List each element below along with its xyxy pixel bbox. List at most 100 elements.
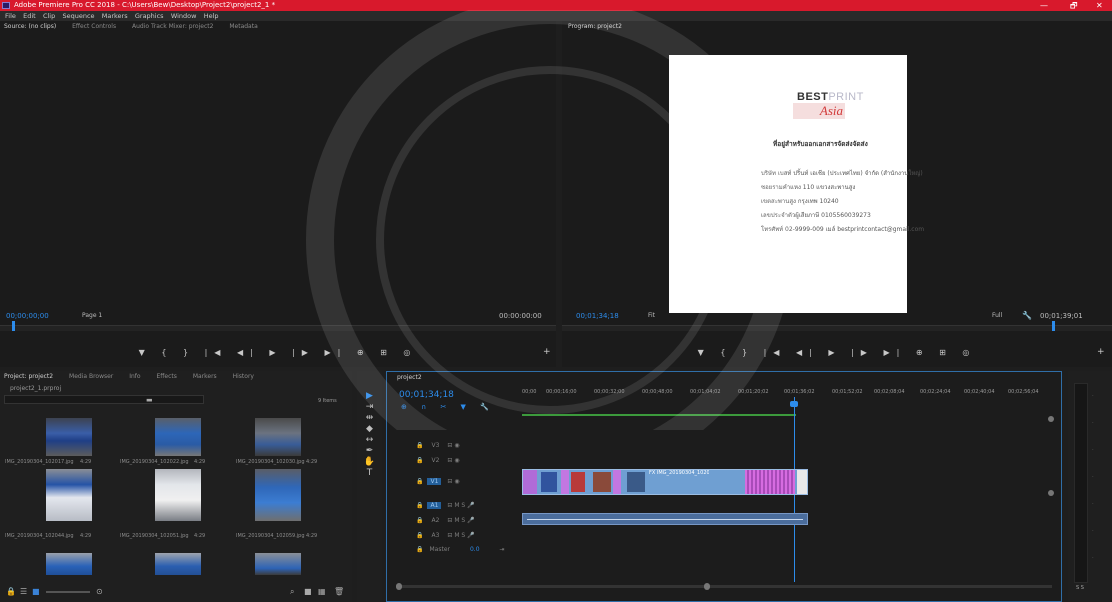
tab-effects[interactable]: Effects [156, 373, 176, 380]
menu-window[interactable]: Window [171, 11, 197, 21]
audio-clip[interactable] [522, 513, 808, 525]
meter-solo-buttons[interactable]: S S [1076, 585, 1084, 591]
source-timecode-bar: 00;00;00;00 Page 1 00:00:00:00 [0, 309, 556, 323]
thumbnail-size-slider[interactable] [46, 591, 90, 593]
video-clip[interactable] [797, 470, 807, 494]
icon-view-icon[interactable]: ■ [32, 587, 40, 596]
tab-history[interactable]: History [233, 373, 254, 380]
menu-sequence[interactable]: Sequence [62, 11, 94, 21]
type-tool-icon[interactable]: T [357, 468, 382, 479]
tab-program[interactable]: Program: project2 [568, 23, 622, 30]
list-view-icon[interactable]: ☰ [20, 587, 27, 596]
video-clip-track[interactable]: FX IMG_20190304_102017.jpg [522, 469, 808, 495]
track-header-v3[interactable]: 🔒 V3 ⊟ ◉ [410, 440, 520, 451]
document-line: โทรศัพท์ 02-9999-009 เมล์ bestprintconta… [761, 226, 925, 233]
timeline-ruler[interactable]: 00;00 00;00;16;00 00;00;32;00 00;00;48;0… [522, 389, 1062, 401]
lock-icon[interactable]: 🔒 [6, 587, 16, 596]
track-header-v2[interactable]: 🔒 V2 ⊟ ◉ [410, 455, 520, 466]
tab-project[interactable]: Project: project2 [4, 373, 53, 380]
program-time-ruler[interactable] [562, 321, 1112, 331]
video-clip[interactable] [613, 470, 621, 494]
project-item-thumbnail[interactable] [155, 553, 201, 575]
video-clip[interactable] [523, 470, 537, 494]
video-clip[interactable] [593, 472, 611, 492]
menu-help[interactable]: Help [204, 11, 219, 21]
timeline-playhead[interactable] [790, 401, 798, 407]
trash-icon[interactable]: 🗑 [334, 587, 344, 596]
project-item-thumbnail[interactable] [155, 469, 201, 521]
razor-tool-icon[interactable]: ◆ [357, 424, 382, 435]
track-header-v1[interactable]: 🔒 V1 ⊟ ◉ [410, 470, 520, 494]
master-volume[interactable]: 0.0 [470, 546, 480, 553]
tab-metadata[interactable]: Metadata [229, 23, 257, 30]
source-page-select[interactable]: Page 1 [82, 309, 102, 323]
minimize-button[interactable]: — [1040, 0, 1048, 11]
video-clip[interactable] [571, 472, 585, 492]
project-search-input[interactable] [4, 395, 204, 404]
project-item-thumbnail[interactable] [255, 418, 301, 456]
new-bin-icon[interactable]: ▬ [146, 396, 153, 404]
document-line: เขตสะพานสูง กรุงเทพ 10240 [761, 198, 839, 205]
wrench-icon[interactable]: 🔧 [1022, 309, 1032, 323]
ripple-edit-tool-icon[interactable]: ⇹ [357, 413, 382, 424]
video-clip[interactable] [541, 472, 557, 492]
sort-icon[interactable]: ⊙ [96, 587, 103, 596]
project-item-thumbnail[interactable] [46, 553, 92, 575]
scrollbar-handle-right[interactable] [704, 583, 710, 590]
tools-panel: ▶ ⇥ ⇹ ◆ ↔ ✒ ✋ T [357, 371, 382, 602]
maximize-button[interactable]: 🗗 [1070, 0, 1078, 11]
program-timecode[interactable]: 00;01;34;18 [576, 309, 619, 323]
track-header-a1[interactable]: 🔒 A1 ⊟ M S 🎤 [410, 500, 520, 511]
new-bin-button[interactable]: ■ [304, 587, 312, 596]
video-clip[interactable] [745, 470, 795, 494]
tab-audio-track-mixer[interactable]: Audio Track Mixer: project2 [132, 23, 213, 30]
project-item-thumbnail[interactable] [255, 553, 301, 575]
source-add-button[interactable]: + [543, 347, 551, 357]
program-playhead[interactable] [1052, 321, 1055, 331]
track-header-a3[interactable]: 🔒 A3 ⊟ M S 🎤 [410, 530, 520, 541]
timeline-options-icons[interactable]: ⊕ ∩ ✂ ▼ 🔧 [401, 403, 495, 411]
close-button[interactable]: ✕ [1096, 0, 1103, 11]
tab-effect-controls[interactable]: Effect Controls [72, 23, 116, 30]
project-item-thumbnail[interactable] [155, 418, 201, 456]
new-item-button[interactable]: ▦ [318, 587, 326, 596]
video-clip[interactable] [627, 472, 645, 492]
tab-markers[interactable]: Markers [193, 373, 217, 380]
audio-track-scroll-handle[interactable] [1048, 490, 1054, 496]
slip-tool-icon[interactable]: ↔ [357, 435, 382, 446]
program-resolution-select[interactable]: Full [992, 309, 1002, 323]
project-item-thumbnail[interactable] [46, 418, 92, 456]
hand-tool-icon[interactable]: ✋ [357, 457, 382, 468]
video-track-scroll-handle[interactable] [1048, 416, 1054, 422]
menu-clip[interactable]: Clip [43, 11, 55, 21]
scrollbar-handle-left[interactable] [396, 583, 402, 590]
timeline-scrollbar[interactable] [396, 583, 1052, 590]
program-transport-controls[interactable]: ▼ { } |◀ ◀| ▶ |▶ ▶| ⊕ ⊞ ◎ [562, 345, 1112, 361]
project-item-thumbnail[interactable] [255, 469, 301, 521]
source-playhead[interactable] [12, 321, 15, 331]
track-header-master[interactable]: 🔒 Master 0.0 ⇥ [410, 544, 520, 555]
search-icon[interactable]: ⌕ [290, 587, 294, 597]
menu-markers[interactable]: Markers [102, 11, 128, 21]
program-fit-select[interactable]: Fit [648, 309, 655, 323]
pen-tool-icon[interactable]: ✒ [357, 446, 382, 457]
project-panel: Project: project2 Media Browser Info Eff… [0, 371, 352, 602]
tab-sequence[interactable]: project2 [397, 374, 422, 381]
source-transport-controls[interactable]: ▼ { } |◀ ◀| ▶ |▶ ▶| ⊕ ⊞ ◎ [0, 345, 556, 361]
source-time-ruler[interactable] [0, 321, 556, 331]
menu-file[interactable]: File [5, 11, 16, 21]
menu-edit[interactable]: Edit [23, 11, 36, 21]
menu-graphics[interactable]: Graphics [135, 11, 164, 21]
track-header-a2[interactable]: 🔒 A2 ⊟ M S 🎤 [410, 515, 520, 526]
track-label: A3 [431, 532, 440, 539]
video-clip[interactable] [561, 470, 569, 494]
selection-tool-icon[interactable]: ▶ [357, 391, 382, 402]
tab-media-browser[interactable]: Media Browser [69, 373, 113, 380]
track-select-tool-icon[interactable]: ⇥ [357, 402, 382, 413]
timeline-timecode[interactable]: 00;01;34;18 [399, 390, 454, 400]
tab-source[interactable]: Source: (no clips) [4, 23, 56, 30]
program-add-button[interactable]: + [1097, 347, 1105, 357]
project-item-thumbnail[interactable] [46, 469, 92, 521]
tab-info[interactable]: Info [129, 373, 140, 380]
project-bottom-bar: 🔒 ☰ ■ ⊙ ⌕ ■ ▦ 🗑 [0, 585, 352, 599]
